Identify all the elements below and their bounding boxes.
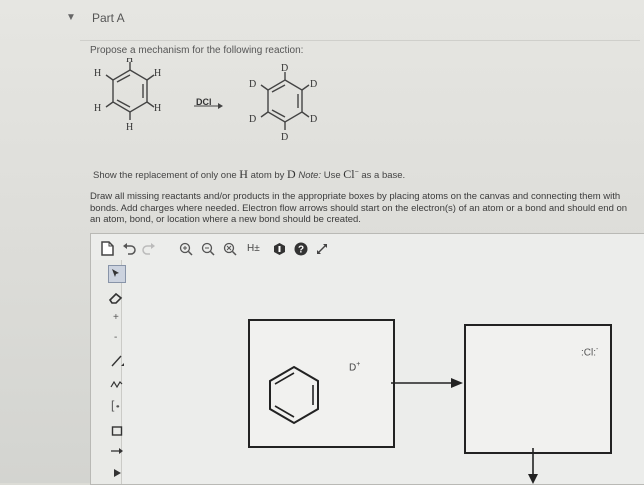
template-hexagon-icon[interactable] [273,242,286,256]
product-atom-d4: D [281,132,288,143]
curved-arrow-tool-icon[interactable] [111,468,123,478]
rectangle-tool-icon[interactable] [111,425,123,437]
zoom-in-icon[interactable] [179,242,193,256]
reactant-atom-h2: H [154,68,161,79]
single-bond-icon[interactable] [110,354,124,368]
header-divider [80,40,640,41]
help-icon[interactable]: ? [294,242,308,256]
drawing-canvas[interactable]: H± ? + - [ •• D+ :Cl:- [90,233,644,485]
svg-text:?: ? [298,245,304,256]
reactant-atom-h5: H [94,103,101,114]
zoom-reset-icon[interactable] [223,242,237,256]
down-connector-arrow[interactable] [528,448,538,484]
chloride-ion-label[interactable]: :Cl:- [581,346,598,358]
product-atom-d2: D [310,79,317,90]
h-plus-minus-button[interactable]: H± [247,243,260,254]
add-charge-minus-button[interactable]: - [114,332,117,343]
chain-bond-icon[interactable] [110,376,124,390]
product-atom-d3: D [310,114,317,125]
product-atom-d1: D [281,63,288,74]
eraser-icon[interactable] [109,292,123,304]
collapse-caret-icon[interactable]: ▼ [66,12,76,23]
reaction-arrow-tool-icon[interactable] [110,446,124,456]
reaction-scheme: H H H H H H D D D D D D [94,58,317,143]
product-box[interactable]: :Cl:- [464,324,612,454]
part-a-title[interactable]: Part A [92,11,125,25]
drawing-instructions: Draw all missing reactants and/or produc… [90,191,628,225]
undo-icon[interactable] [122,243,136,255]
box-benzene-structure[interactable] [264,363,324,427]
product-benzene [260,72,310,130]
deuterium-cation-label[interactable]: D+ [349,361,360,373]
reactant-box[interactable]: D+ [248,319,395,448]
reactant-benzene [105,62,155,120]
product-atom-d6: D [249,79,256,90]
reagent-label: DCl [196,97,212,107]
reactant-atom-h4: H [126,122,133,133]
select-arrow-icon[interactable] [111,268,121,278]
new-document-icon[interactable] [101,241,114,256]
electron-dots-icon[interactable]: •• [116,402,119,411]
add-charge-plus-button[interactable]: + [113,312,119,323]
reactant-atom-h1: H [126,58,133,65]
zoom-out-icon[interactable] [201,242,215,256]
reactant-atom-h6: H [94,68,101,79]
redo-icon[interactable] [142,243,156,255]
question-prompt: Propose a mechanism for the following re… [90,45,304,56]
replacement-note: Show the replacement of only one H atom … [93,167,406,181]
fullscreen-icon[interactable] [316,243,328,255]
box-connector-arrow[interactable] [391,377,465,389]
product-atom-d5: D [249,114,256,125]
bracket-tool-button[interactable]: [ [111,398,114,412]
reactant-atom-h3: H [154,103,161,114]
